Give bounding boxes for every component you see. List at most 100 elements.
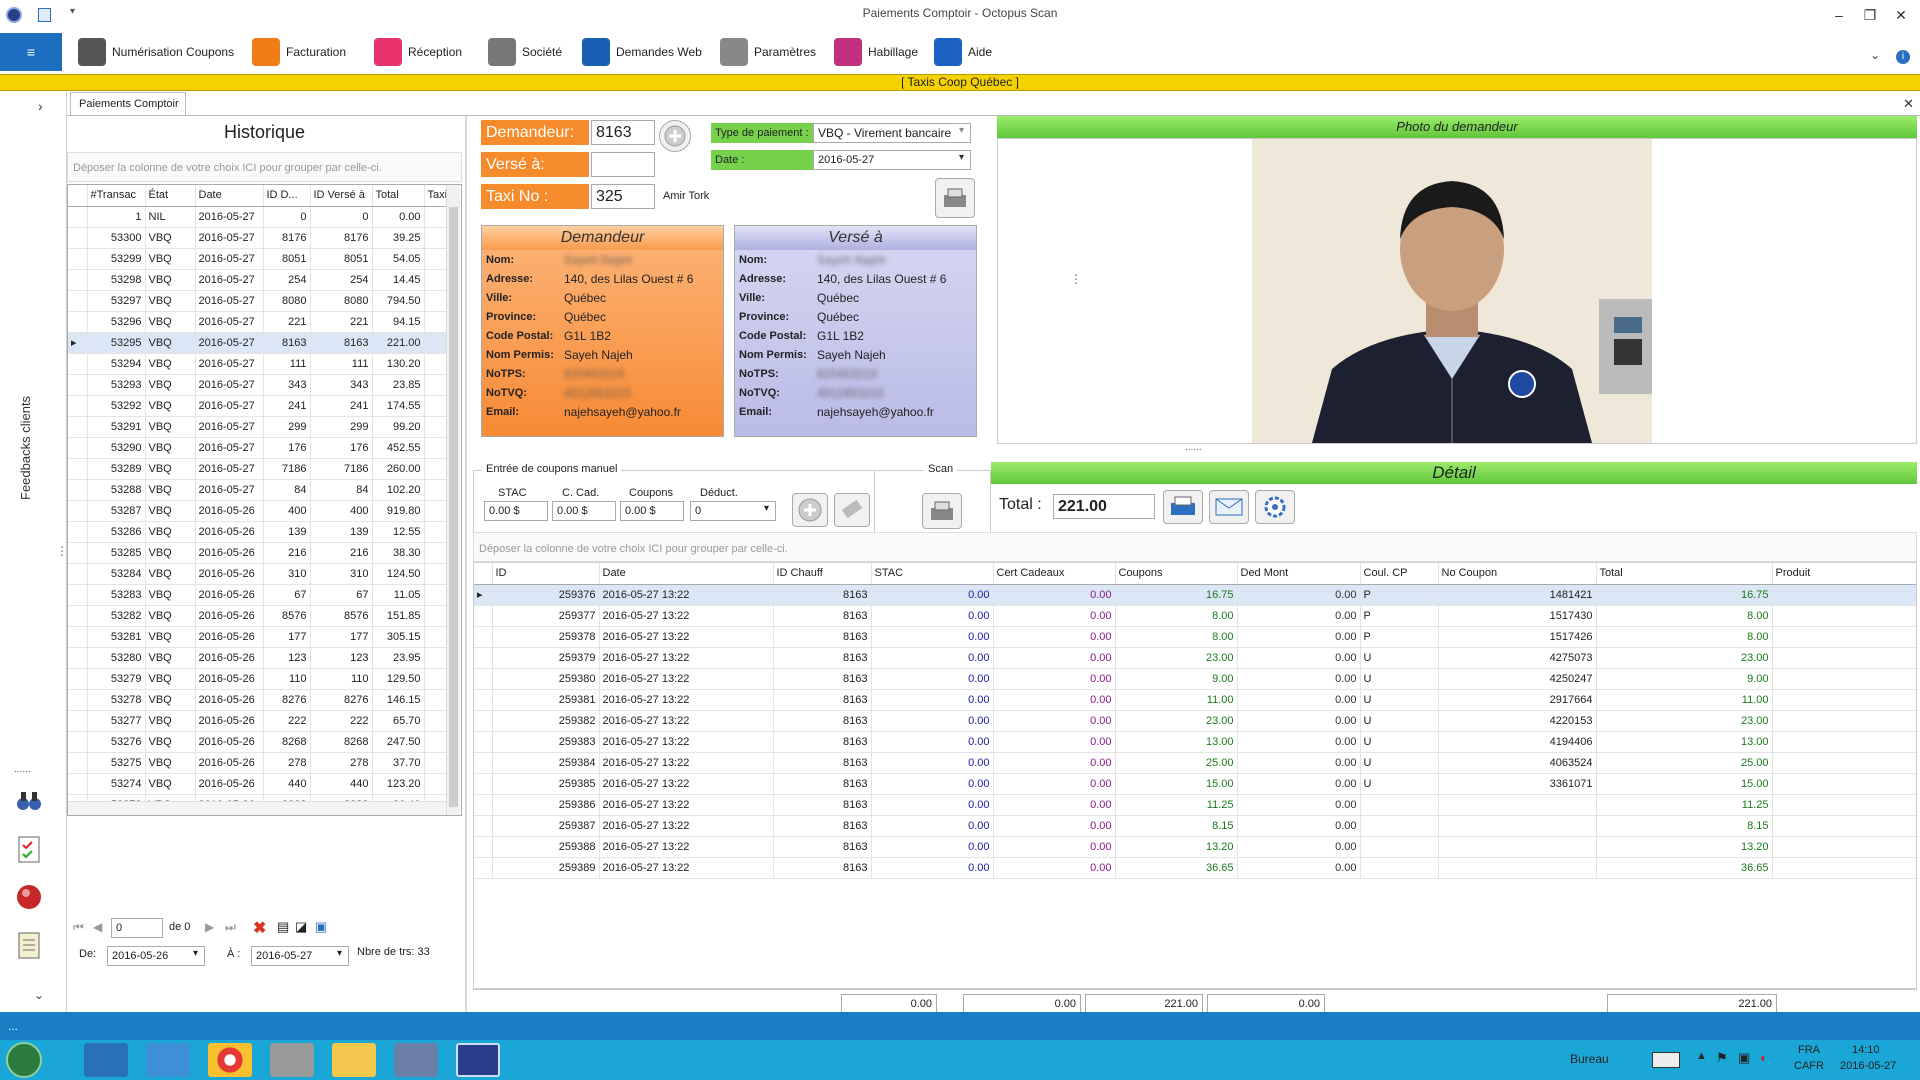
- taskbar-chrome-icon[interactable]: [208, 1043, 252, 1077]
- delete-icon[interactable]: ✖: [253, 918, 266, 938]
- menu-item-7[interactable]: Aide: [934, 36, 992, 68]
- history-vscrollbar[interactable]: [446, 185, 460, 815]
- history-column-header[interactable]: Total: [372, 185, 425, 207]
- detail-column-header[interactable]: STAC: [871, 563, 994, 585]
- history-row[interactable]: 53284 VBQ 2016-05-26 310 310 124.50: [68, 563, 454, 585]
- flag-icon[interactable]: ⚑: [1716, 1050, 1728, 1066]
- tab-paiements-comptoir[interactable]: Paiements Comptoir: [70, 92, 186, 116]
- add-coupon-button[interactable]: [792, 493, 828, 527]
- history-row[interactable]: 53297 VBQ 2016-05-27 8080 8080 794.50: [68, 290, 454, 312]
- tray-expand-icon[interactable]: ▲: [1696, 1050, 1707, 1062]
- menu-item-0[interactable]: Numérisation Coupons: [78, 36, 234, 68]
- detail-row[interactable]: 259380 2016-05-27 13:22 8163 0.00 0.00 9.00 0.…: [474, 668, 1916, 690]
- detail-row[interactable]: 259379 2016-05-27 13:22 8163 0.00 0.00 23.00 0…: [474, 647, 1916, 669]
- history-row[interactable]: 53274 VBQ 2016-05-26 440 440 123.20: [68, 773, 454, 795]
- date-dropdown-icon[interactable]: ▾: [959, 152, 964, 163]
- detail-row[interactable]: 259389 2016-05-27 13:22 8163 0.00 0.00 36.65 0…: [474, 857, 1916, 879]
- history-row[interactable]: 53286 VBQ 2016-05-26 139 139 12.55: [68, 521, 454, 543]
- history-column-header[interactable]: ID Versé à: [310, 185, 373, 207]
- payment-type-select[interactable]: VBQ - Virement bancaire: [813, 123, 971, 143]
- email-button[interactable]: [1209, 490, 1249, 524]
- detail-column-header[interactable]: Total: [1596, 563, 1773, 585]
- date-input[interactable]: 2016-05-27: [813, 150, 971, 170]
- close-button[interactable]: ✕: [1886, 4, 1916, 26]
- start-button[interactable]: [6, 1042, 42, 1078]
- detail-column-header[interactable]: Produit: [1772, 563, 1916, 585]
- history-column-header[interactable]: ID D...: [263, 185, 311, 207]
- report-icon[interactable]: [14, 930, 44, 960]
- photo-splitter-handle[interactable]: ......: [1185, 442, 1202, 453]
- history-row[interactable]: 53277 VBQ 2016-05-26 222 222 65.70: [68, 710, 454, 732]
- export-icon[interactable]: ▣: [315, 919, 327, 935]
- close-tab-icon[interactable]: ✕: [1903, 96, 1914, 112]
- history-row[interactable]: 53292 VBQ 2016-05-27 241 241 174.55: [68, 395, 454, 417]
- history-row[interactable]: 53272VBQ2016-05-2629129176.15: [68, 815, 453, 816]
- history-row[interactable]: 53278 VBQ 2016-05-26 8276 8276 146.15: [68, 689, 454, 711]
- demandeur-input[interactable]: 8163: [591, 120, 655, 145]
- from-date-dropdown-icon[interactable]: ▾: [193, 948, 198, 959]
- binoculars-icon[interactable]: [14, 786, 44, 816]
- history-row[interactable]: 53289 VBQ 2016-05-27 7186 7186 260.00: [68, 458, 454, 480]
- history-row[interactable]: 53300 VBQ 2016-05-27 8176 8176 39.25: [68, 227, 454, 249]
- taskbar-app-powershell-icon[interactable]: [146, 1043, 190, 1077]
- first-page-icon[interactable]: ⏮: [73, 920, 84, 935]
- clock-date[interactable]: 2016-05-27: [1840, 1060, 1896, 1072]
- detail-row[interactable]: 259388 2016-05-27 13:22 8163 0.00 0.00 13.20 0…: [474, 836, 1916, 858]
- taskbar-app-desktop-icon[interactable]: [84, 1043, 128, 1077]
- feedback-tab[interactable]: Feedbacks clients: [18, 396, 33, 500]
- vertical-splitter[interactable]: [465, 116, 467, 1012]
- taskbar-tools-icon[interactable]: [270, 1043, 314, 1077]
- add-demandeur-button[interactable]: [659, 120, 691, 152]
- scan-button[interactable]: [922, 493, 962, 529]
- keyboard-icon[interactable]: [1652, 1052, 1680, 1068]
- eraser-button[interactable]: [834, 493, 870, 527]
- history-row[interactable]: ▸ 53295 VBQ 2016-05-27 8163 8163 221.00: [68, 332, 454, 354]
- history-row[interactable]: 53291 VBQ 2016-05-27 299 299 99.20: [68, 416, 454, 438]
- detail-column-header[interactable]: ID Chauff: [773, 563, 872, 585]
- history-row[interactable]: 53276 VBQ 2016-05-26 8268 8268 247.50: [68, 731, 454, 753]
- history-group-area[interactable]: Déposer la colonne de votre choix ICI po…: [67, 152, 462, 182]
- detail-column-header[interactable]: ID: [492, 563, 600, 585]
- preview-icon[interactable]: ◪: [295, 919, 307, 935]
- restore-button[interactable]: ❐: [1855, 4, 1885, 26]
- deduct-dropdown-icon[interactable]: ▾: [764, 503, 769, 514]
- taskbar-explorer-icon[interactable]: [332, 1043, 376, 1077]
- menu-item-3[interactable]: Société: [488, 36, 562, 68]
- menu-item-2[interactable]: Réception: [374, 36, 462, 68]
- checklist-icon[interactable]: [14, 834, 44, 864]
- to-date-dropdown-icon[interactable]: ▾: [337, 948, 342, 959]
- detail-row[interactable]: 259381 2016-05-27 13:22 8163 0.00 0.00 11.00 0…: [474, 689, 1916, 711]
- history-row[interactable]: 53296 VBQ 2016-05-27 221 221 94.15: [68, 311, 454, 333]
- detail-column-header[interactable]: Date: [599, 563, 774, 585]
- history-hscrollbar[interactable]: [68, 801, 446, 815]
- photo-splitter-side[interactable]: ⋮: [1070, 272, 1082, 286]
- settings-button[interactable]: [1255, 490, 1295, 524]
- history-row[interactable]: 53282 VBQ 2016-05-26 8576 8576 151.85: [68, 605, 454, 627]
- history-column-header[interactable]: État: [145, 185, 196, 207]
- detail-column-header[interactable]: Coupons: [1115, 563, 1238, 585]
- network-icon[interactable]: ▣: [1738, 1050, 1750, 1066]
- history-column-header[interactable]: #Transac: [87, 185, 146, 207]
- taskbar-app-icon[interactable]: [394, 1043, 438, 1077]
- payment-type-dropdown-icon[interactable]: ▾: [959, 125, 964, 136]
- history-row[interactable]: 53275 VBQ 2016-05-26 278 278 37.70: [68, 752, 454, 774]
- history-row[interactable]: 53293 VBQ 2016-05-27 343 343 23.85: [68, 374, 454, 396]
- scroll-down-icon[interactable]: ⌄: [34, 988, 44, 1002]
- detail-column-header[interactable]: Cert Cadeaux: [993, 563, 1116, 585]
- prev-page-icon[interactable]: ◀: [93, 920, 102, 934]
- detail-row[interactable]: 259384 2016-05-27 13:22 8163 0.00 0.00 25.00 0…: [474, 752, 1916, 774]
- clock-time[interactable]: 14:10: [1852, 1044, 1880, 1056]
- detail-column-header[interactable]: Ded Mont: [1237, 563, 1361, 585]
- verse-input[interactable]: [591, 152, 655, 177]
- menu-item-5[interactable]: Paramètres: [720, 36, 816, 68]
- detail-row[interactable]: 259377 2016-05-27 13:22 8163 0.00 0.00 8.00 0.…: [474, 605, 1916, 627]
- history-row[interactable]: 53288 VBQ 2016-05-27 84 84 102.20: [68, 479, 454, 501]
- history-row[interactable]: 53283 VBQ 2016-05-26 67 67 11.05: [68, 584, 454, 606]
- menu-item-4[interactable]: Demandes Web: [582, 36, 702, 68]
- history-row[interactable]: 53287 VBQ 2016-05-26 400 400 919.80: [68, 500, 454, 522]
- collapse-ribbon-icon[interactable]: ⌄: [1870, 48, 1880, 62]
- minimize-button[interactable]: –: [1824, 4, 1854, 26]
- history-vscroll-thumb[interactable]: [449, 207, 458, 807]
- volume-icon[interactable]: ◐: [1760, 1050, 1768, 1065]
- app-menu-button[interactable]: ≡: [0, 33, 62, 71]
